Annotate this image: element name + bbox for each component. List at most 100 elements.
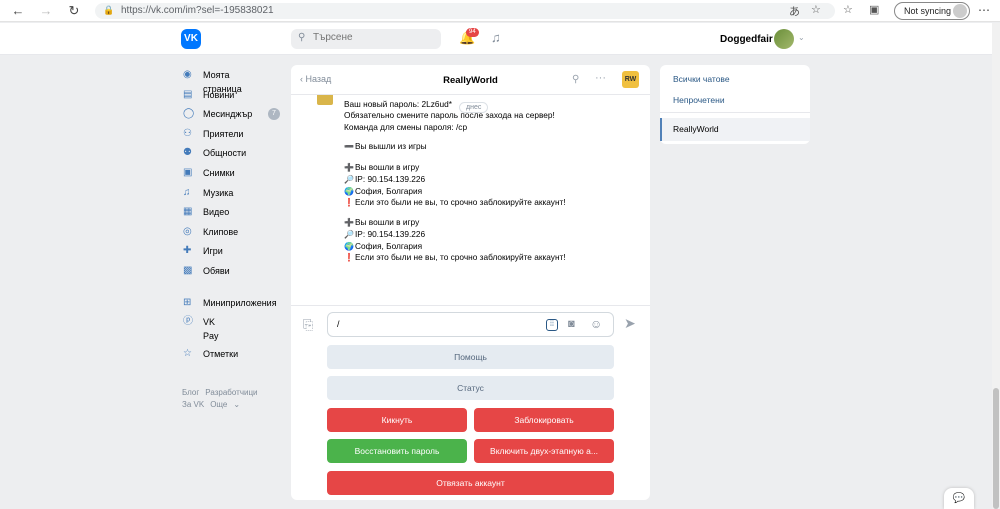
exclamation-icon: ❗ bbox=[344, 253, 354, 262]
sidebar-item-label: Отметки bbox=[203, 348, 239, 359]
apps-icon: ⊞ bbox=[183, 296, 192, 308]
scrollbar-thumb[interactable] bbox=[993, 388, 999, 509]
sidebar-item-label: Клипове bbox=[203, 226, 239, 237]
browser-menu-icon[interactable]: ⋯ bbox=[978, 3, 990, 17]
footer-link-about[interactable]: За VK bbox=[182, 400, 204, 409]
vk-logo[interactable]: VK bbox=[181, 29, 201, 49]
translate-icon[interactable]: あ bbox=[789, 3, 800, 19]
notifications-badge: 94 bbox=[466, 28, 479, 37]
video-icon: ▦ bbox=[183, 206, 193, 218]
message-line: ➕Вы вошли в игру bbox=[344, 162, 419, 172]
user-avatar[interactable] bbox=[774, 29, 794, 49]
message-text: Ваш новый пароль: 2Lz6ud* bbox=[344, 99, 452, 109]
bot-keyboard-icon[interactable]: ⁞⁞ bbox=[546, 319, 558, 331]
url-text[interactable]: https://vk.com/im?sel=-195838021 bbox=[121, 5, 274, 16]
composer-area: ⎘ / ⁞⁞ ◙ ☺ ➤ Помощь Статус Кикнуть Забло… bbox=[291, 305, 650, 500]
chevron-down-icon[interactable]: ⌄ bbox=[233, 400, 240, 409]
forward-arrow-icon[interactable]: → bbox=[38, 3, 54, 19]
message-icon: ◯ bbox=[183, 108, 195, 120]
games-icon: ✚ bbox=[183, 245, 192, 257]
sidebar-item-label: Новини bbox=[203, 89, 235, 100]
message-line: ➕Вы вошли в игру bbox=[344, 217, 419, 227]
block-button[interactable]: Заблокировать bbox=[474, 408, 614, 432]
message-text: София, Болгария bbox=[355, 241, 423, 251]
menu-item-unread[interactable]: Непрочетени bbox=[673, 95, 725, 105]
favorite-star-icon[interactable]: ☆ bbox=[811, 3, 821, 16]
message-text: Команда для смены пароля: /cp bbox=[344, 122, 468, 132]
sidebar-footer: Блог Разработчици За VK Още ⌄ bbox=[182, 387, 264, 411]
user-circle-icon: ◉ bbox=[183, 69, 192, 80]
search-box[interactable]: ⚲ bbox=[291, 29, 441, 49]
menu-item-selected-chat[interactable]: ReallyWorld bbox=[660, 118, 810, 141]
sidebar-item-label: Видео bbox=[203, 207, 230, 218]
message-line: 🌍София, Болгария bbox=[344, 241, 422, 251]
sidebar-item-label: Обяви bbox=[203, 265, 230, 276]
music-note-icon[interactable]: ♫ bbox=[491, 30, 501, 45]
message-text: Обязательно смените пароль после захода … bbox=[344, 110, 555, 120]
kick-button[interactable]: Кикнуть bbox=[327, 408, 467, 432]
reload-icon[interactable]: ↻ bbox=[66, 3, 82, 19]
footer-link-developers[interactable]: Разработчици bbox=[205, 388, 257, 397]
browser-toolbar: ← → ↻ 🔒 https://vk.com/im?sel=-195838021… bbox=[0, 0, 1000, 22]
divider bbox=[660, 112, 810, 113]
selected-chat-label: ReallyWorld bbox=[673, 124, 719, 134]
message-list[interactable]: Ваш новый пароль: 2Lz6ud* днес Обязатель… bbox=[291, 95, 650, 305]
unlink-account-button[interactable]: Отвязать аккаунт bbox=[327, 471, 614, 495]
sidebar-item-label: Миниприложения bbox=[203, 297, 277, 308]
sidebar-item-label: Общности bbox=[203, 148, 247, 159]
send-icon[interactable]: ➤ bbox=[624, 315, 636, 332]
menu-item-all-chats[interactable]: Всички чатове bbox=[673, 74, 730, 84]
emoji-smile-icon[interactable]: ☺ bbox=[590, 317, 602, 331]
camera-icon[interactable]: ◙ bbox=[568, 318, 575, 330]
unread-count-badge: 7 bbox=[268, 108, 280, 121]
back-arrow-icon[interactable]: ← bbox=[10, 3, 26, 19]
exclamation-icon: ❗ bbox=[344, 198, 354, 207]
restore-password-button[interactable]: Восстановить пароль bbox=[327, 439, 467, 463]
chat-filter-menu: Всички чатове Непрочетени ReallyWorld bbox=[660, 65, 810, 144]
search-input[interactable] bbox=[313, 32, 433, 43]
search-icon: ⚲ bbox=[298, 32, 306, 43]
help-button[interactable]: Помощь bbox=[327, 345, 614, 369]
sync-label: Not syncing bbox=[904, 6, 952, 16]
message-line: 🌍София, Болгария bbox=[344, 186, 422, 196]
search-icon[interactable]: ⚲ bbox=[572, 74, 579, 85]
username[interactable]: Doggedfair bbox=[720, 34, 773, 45]
vk-header: VK ⚲ 🔔 94 ♫ Doggedfair ⌄ bbox=[0, 23, 1000, 55]
sidebar-item-label: Снимки bbox=[203, 167, 235, 178]
status-button[interactable]: Статус bbox=[327, 376, 614, 400]
message-line: Ваш новый пароль: 2Lz6ud* bbox=[344, 99, 452, 109]
chat-bubble-icon[interactable]: 💬 bbox=[944, 488, 974, 509]
footer-link-blog[interactable]: Блог bbox=[182, 388, 199, 397]
sidebar-item-label: VK Pay bbox=[203, 317, 219, 342]
favorites-icon[interactable]: ☆ bbox=[843, 3, 853, 16]
music-icon: ♫ bbox=[183, 186, 191, 198]
sync-status-button[interactable]: Not syncing bbox=[894, 2, 970, 20]
sidebar-item-label: Музика bbox=[203, 187, 234, 198]
message-text: IP: 90.154.139.226 bbox=[355, 229, 426, 239]
sender-avatar[interactable] bbox=[317, 95, 333, 105]
sidebar-item-label: Приятели bbox=[203, 128, 244, 139]
more-options-icon[interactable]: ··· bbox=[595, 72, 606, 84]
message-line: ➖Вы вышли из игры bbox=[344, 141, 427, 151]
star-icon: ☆ bbox=[183, 347, 192, 359]
enable-2fa-button[interactable]: Включить двух-этапную а... bbox=[474, 439, 614, 463]
message-input-value[interactable]: / bbox=[337, 319, 340, 329]
friends-icon: ⚇ bbox=[183, 127, 192, 139]
chat-avatar[interactable]: RW bbox=[622, 71, 639, 88]
magnifier-icon: 🔎 bbox=[344, 175, 354, 184]
chat-window: ‹ Назад ReallyWorld ⚲ ··· RW Ваш новый п… bbox=[291, 65, 650, 500]
message-input[interactable]: / ⁞⁞ ◙ ☺ bbox=[327, 312, 614, 337]
message-line: 🔎IP: 90.154.139.226 bbox=[344, 174, 425, 184]
address-bar[interactable]: 🔒 https://vk.com/im?sel=-195838021 bbox=[95, 3, 835, 19]
message-text: IP: 90.154.139.226 bbox=[355, 174, 426, 184]
plus-icon: ➕ bbox=[344, 163, 354, 172]
page-scrollbar[interactable] bbox=[992, 23, 1000, 509]
message-text: Вы вошли в игру bbox=[355, 162, 420, 172]
communities-icon: ⚉ bbox=[183, 147, 192, 159]
message-text: Если это были не вы, то срочно заблокиру… bbox=[355, 197, 566, 207]
paperclip-icon[interactable]: ⎘ bbox=[303, 317, 313, 333]
footer-link-more[interactable]: Още bbox=[210, 400, 227, 409]
chevron-down-icon[interactable]: ⌄ bbox=[798, 33, 805, 42]
globe-icon: 🌍 bbox=[344, 187, 354, 196]
collections-icon[interactable]: ▣ bbox=[869, 3, 879, 16]
